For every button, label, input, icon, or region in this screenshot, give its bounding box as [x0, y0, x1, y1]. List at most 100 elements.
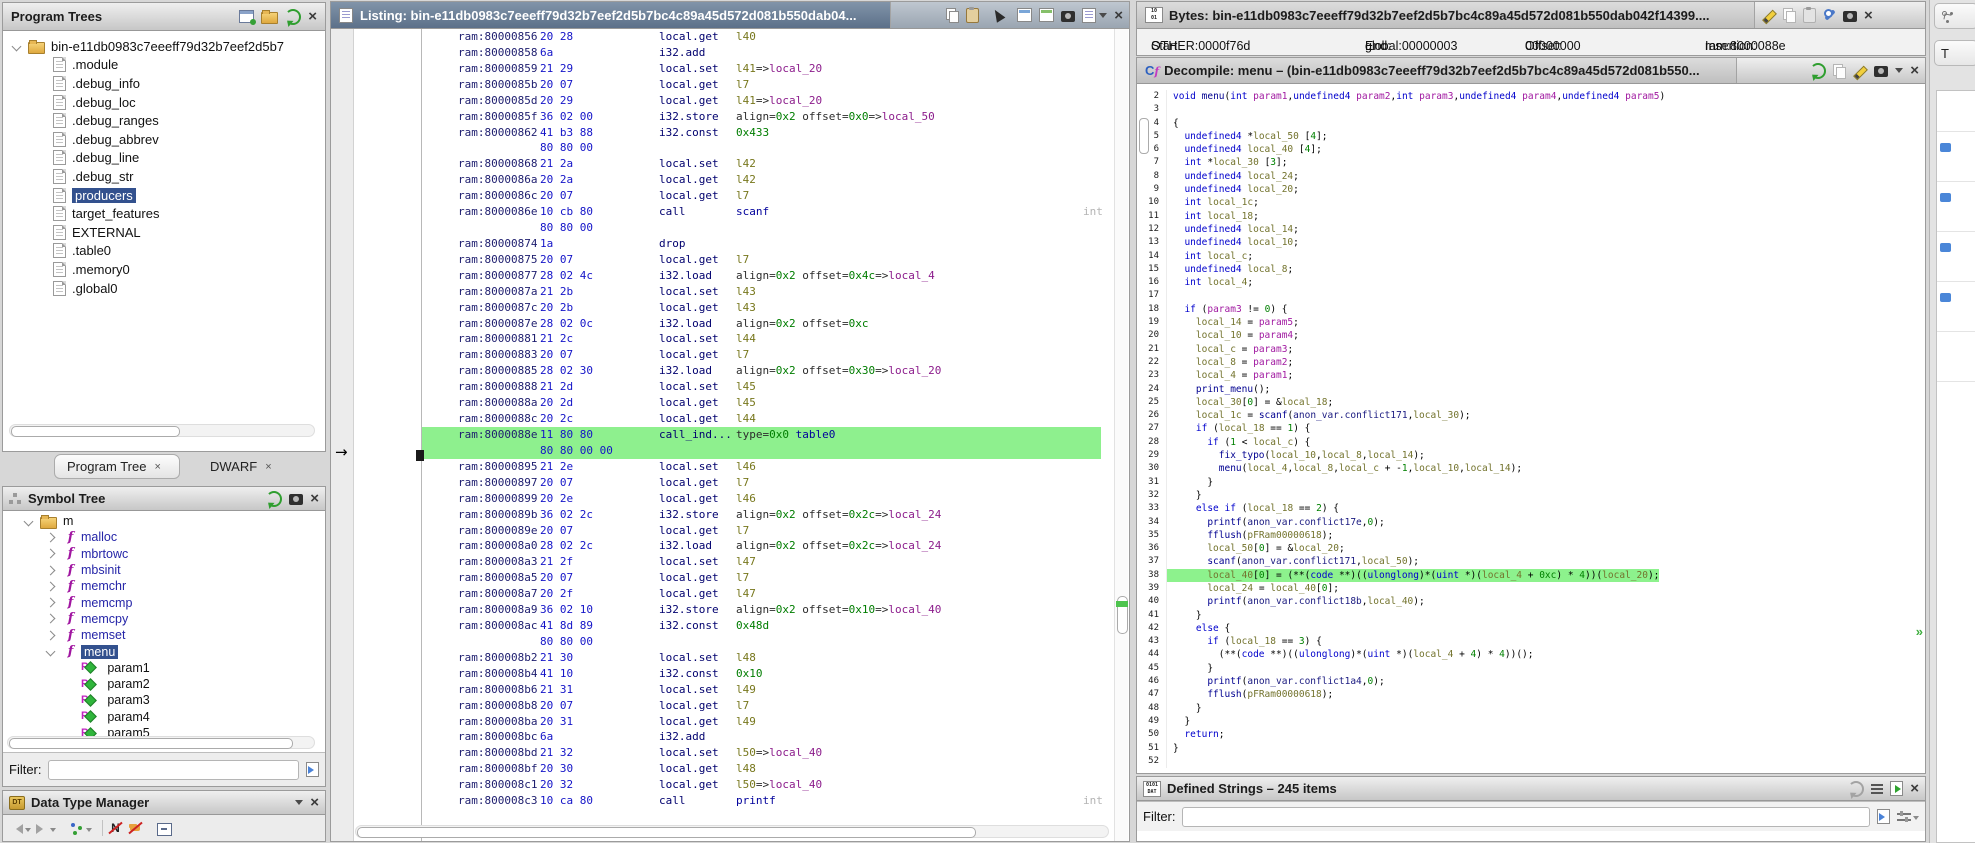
decompile-line[interactable]: 13 undefined4 local_10; [1137, 236, 1925, 249]
decompile-line[interactable]: 2void menu(int param1,undefined4 param2,… [1137, 90, 1925, 103]
listing-row[interactable]: ram:800008a936 02 10i32.storealign=0x2 o… [331, 602, 1117, 618]
decompile-line[interactable]: 35 fflush(pFRam00000618); [1137, 529, 1925, 542]
decompile-line[interactable]: 15 undefined4 local_8; [1137, 263, 1925, 276]
decompile-line[interactable]: 37 scanf(anon_var.conflict171,local_50); [1137, 555, 1925, 568]
forward-dropdown-icon[interactable] [50, 828, 56, 835]
listing-row[interactable]: ram:8000087a21 2blocal.setl43 [331, 284, 1117, 300]
tree-item[interactable]: EXTERNAL [3, 223, 325, 242]
collapse-icon[interactable] [12, 41, 22, 51]
forward-icon[interactable] [36, 824, 48, 834]
snapshot-icon[interactable] [1061, 11, 1075, 22]
listing-row[interactable]: ram:8000088e11 80 80call_ind...type=0x0 … [331, 427, 1117, 443]
decompile-line[interactable]: 44 (**(code **)((ulonglong)*(uint *)(loc… [1137, 648, 1925, 661]
paste-icon[interactable] [1803, 8, 1816, 23]
tab-close-icon[interactable]: × [154, 461, 160, 473]
symbol-item[interactable]: fmalloc [3, 529, 325, 545]
copy-icon[interactable] [946, 8, 959, 22]
close-icon[interactable]: × [1910, 781, 1919, 796]
symbol-item[interactable]: fmbsinit [3, 562, 325, 578]
listing-row[interactable]: ram:8000087c20 2blocal.getl43 [331, 300, 1117, 316]
decompile-line[interactable]: 24 print_menu(); [1137, 383, 1925, 396]
snapshot-icon[interactable] [1843, 11, 1857, 22]
symbol-item[interactable]: fmemcmp [3, 594, 325, 610]
listing-hscrollbar[interactable] [355, 825, 1109, 838]
listing-row[interactable]: ram:8000086c20 07local.getl7 [331, 188, 1117, 204]
listing-row[interactable]: ram:800008bd21 32local.setl50=>local_40 [331, 745, 1117, 761]
decompile-line[interactable]: 3 [1137, 103, 1925, 116]
strings-filter-input[interactable] [1182, 807, 1871, 827]
decompile-line[interactable]: 39 local_24 = local_40[0]; [1137, 582, 1925, 595]
tree-item[interactable]: .debug_info [3, 74, 325, 93]
decompile-line[interactable]: 33 else if (local_18 == 2) { [1137, 502, 1925, 515]
decompile-line[interactable]: 25 local_30[0] = &local_18; [1137, 396, 1925, 409]
decompile-line[interactable]: 12 undefined4 local_14; [1137, 223, 1925, 236]
listing-row[interactable]: ram:8000089920 2elocal.getl46 [331, 491, 1117, 507]
tab-close-icon[interactable]: × [265, 461, 271, 473]
decompile-line[interactable]: 42 else { [1137, 622, 1925, 635]
program-tree-hscrollbar[interactable] [9, 424, 315, 437]
close-icon[interactable]: × [1910, 63, 1919, 78]
decompile-line[interactable]: 28 if (1 < local_c) { [1137, 436, 1925, 449]
listing-row[interactable]: ram:800008bc6ai32.add [331, 729, 1117, 745]
listing-row[interactable]: ram:8000089720 07local.getl7 [331, 475, 1117, 491]
listing-row[interactable]: 80 80 00 [331, 140, 1117, 156]
refresh-icon[interactable] [266, 491, 282, 507]
close-icon[interactable]: × [310, 795, 319, 810]
tree-item[interactable]: .debug_loc [3, 93, 325, 112]
decompile-line[interactable]: 21 local_c = param3; [1137, 343, 1925, 356]
listing-row[interactable]: ram:8000089521 2elocal.setl46 [331, 459, 1117, 475]
symbol-item[interactable]: fmenu [3, 643, 325, 659]
filter-dropdown-icon[interactable] [1913, 816, 1919, 823]
parameter-item[interactable]: Pparam4 [3, 709, 325, 725]
decompile-line[interactable]: 16 int local_4; [1137, 276, 1925, 289]
tree-item[interactable]: .debug_ranges [3, 111, 325, 130]
decompile-line[interactable]: 51} [1137, 742, 1925, 755]
decompile-line[interactable]: 6 undefined4 local_40 [4]; [1137, 143, 1925, 156]
listing-row[interactable]: ram:800008a520 07local.getl7 [331, 570, 1117, 586]
branch-tool-button[interactable] [1934, 3, 1975, 29]
listing-row[interactable]: ram:8000087520 07local.getl7 [331, 252, 1117, 268]
scrollbar-thumb[interactable] [11, 426, 180, 437]
decompile-line[interactable]: 11 int local_18; [1137, 210, 1925, 223]
listing-row[interactable]: ram:800008741adrop [331, 236, 1117, 252]
symbol-folder-row[interactable]: m [3, 513, 325, 529]
new-tree-icon[interactable] [239, 10, 254, 23]
listing-row[interactable]: ram:800008b621 31local.setl49 [331, 682, 1117, 698]
display-dropdown-icon[interactable] [1099, 13, 1107, 22]
listing-row[interactable]: ram:8000088a20 2dlocal.getl45 [331, 395, 1117, 411]
symbol-filter-input[interactable] [48, 760, 300, 780]
decompile-line[interactable]: 43 if (local_18 == 3) { [1137, 635, 1925, 648]
decompile-line[interactable]: 14 int local_c; [1137, 250, 1925, 263]
edit-icon[interactable] [1853, 64, 1867, 78]
decompile-line[interactable]: 27 if (local_18 == 1) { [1137, 422, 1925, 435]
tab-dwarf[interactable]: DWARF × [198, 454, 284, 479]
decompile-line[interactable]: 31 } [1137, 476, 1925, 489]
listing-row[interactable]: ram:8000086a20 2alocal.getl42 [331, 172, 1117, 188]
decompile-line[interactable]: 17 [1137, 289, 1925, 302]
tree-item[interactable]: producers [3, 186, 325, 205]
snapshot-icon[interactable] [1874, 66, 1888, 77]
tree-item[interactable]: .memory0 [3, 260, 325, 279]
listing-row[interactable]: ram:800008b441 10i32.const0x10 [331, 666, 1117, 682]
listing-row[interactable]: ram:8000088320 07local.getl7 [331, 347, 1117, 363]
close-icon[interactable]: × [1864, 8, 1873, 23]
expand-icon[interactable] [46, 549, 56, 559]
clear-filter-icon[interactable] [1877, 809, 1890, 824]
decompile-line[interactable]: 48 } [1137, 702, 1925, 715]
paste-icon[interactable] [966, 8, 979, 23]
close-icon[interactable]: × [308, 9, 317, 24]
expand-icon[interactable] [46, 581, 56, 591]
listing-row[interactable]: ram:800008c310 ca 80callprintfint [331, 793, 1117, 809]
listing-row[interactable]: ram:8000089e20 07local.getl7 [331, 523, 1117, 539]
decompile-scrollbar-thumb[interactable] [1139, 118, 1149, 154]
filter-options-icon[interactable] [1897, 812, 1911, 823]
listing-row[interactable]: ram:8000085f36 02 00i32.storealign=0x2 o… [331, 109, 1117, 125]
edit-icon[interactable] [1762, 8, 1776, 22]
decompile-line[interactable]: 40 printf(anon_var.conflict18b,local_40)… [1137, 595, 1925, 608]
close-icon[interactable]: × [1114, 8, 1123, 23]
listing-row[interactable]: ram:800008a720 2flocal.getl47 [331, 586, 1117, 602]
expand-icon[interactable] [46, 647, 56, 657]
decompile-view[interactable]: 2void menu(int param1,undefined4 param2,… [1137, 84, 1925, 773]
decompile-line[interactable]: 34 printf(anon_var.conflict17e,0); [1137, 516, 1925, 529]
parameter-item[interactable]: Pparam1 [3, 660, 325, 676]
